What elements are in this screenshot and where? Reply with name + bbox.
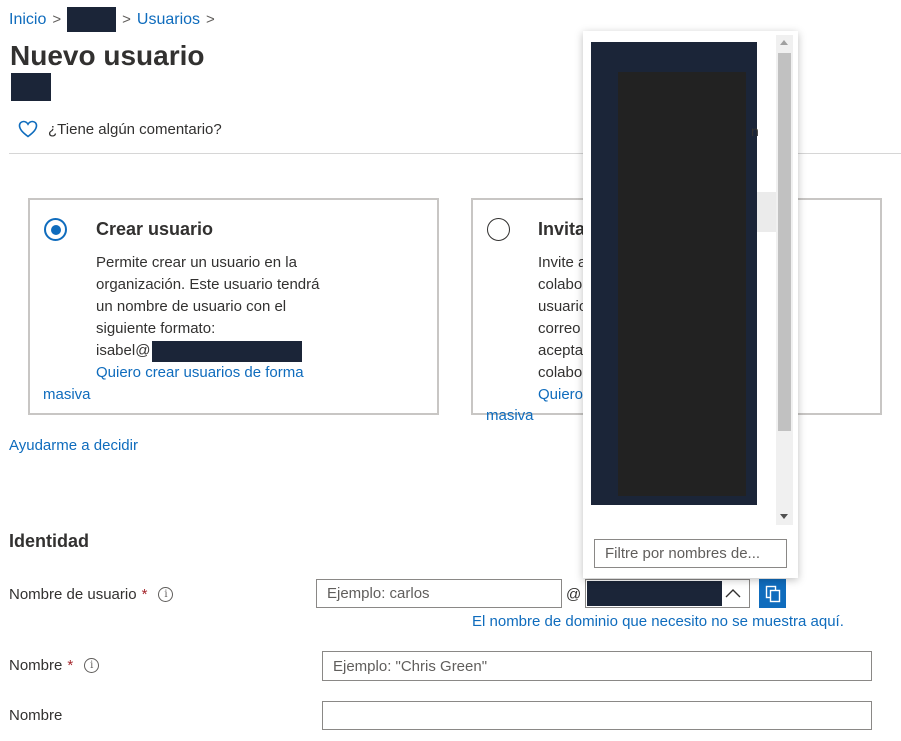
username-input[interactable] [316,579,562,608]
heart-icon [18,120,38,138]
invite-user-description: Invite a colabo usuario correo acepta co… [538,252,587,384]
bulk-create-link[interactable]: Quiero crear usuarios de forma [96,362,304,384]
bulk-create-link-continued[interactable]: masiva [43,384,91,406]
domain-select[interactable] [585,579,750,608]
breadcrumb-tenant-redacted[interactable] [67,7,117,32]
username-format-example: isabel@ [96,340,319,362]
chevron-up-icon [725,589,741,598]
dropdown-filter-input[interactable] [594,539,787,568]
identity-section-title: Identidad [9,531,89,551]
at-symbol: @ [566,586,582,603]
description-line: siguiente formato: [96,320,216,337]
create-user-title: Crear usuario [96,219,214,239]
given-name-input[interactable] [322,701,872,730]
copy-icon [765,585,780,602]
dropdown-list-redacted[interactable] [591,42,757,505]
given-name-label-text: Nombre [9,707,63,724]
bulk-invite-link-continued[interactable]: masiva [486,405,534,427]
page-title: Nuevo usuario [10,40,205,71]
invite-user-radio[interactable] [487,218,510,241]
breadcrumb: Inicio > > Usuarios > [9,7,221,32]
description-line: colabo [538,276,583,293]
description-line: correo [538,320,581,337]
description-line: Invite a [538,254,587,271]
username-label: Nombre de usuario * i [9,586,174,603]
example-prefix: isabel@ [96,342,151,359]
domain-value-redacted [587,581,722,606]
scrollbar-thumb[interactable] [778,53,791,431]
page-subtitle-redacted [11,73,51,101]
breadcrumb-separator: > [52,11,62,28]
description-line: organización. Este usuario tendrá [96,276,320,293]
dropdown-clipped-text: n [751,123,759,139]
dropdown-list-redacted-inner [618,72,746,496]
name-label: Nombre * i [9,657,100,674]
create-user-radio[interactable] [44,218,67,241]
description-line: colabo [538,364,583,381]
description-line: usuario [538,298,588,315]
help-me-decide-link[interactable]: Ayudarme a decidir [9,437,138,454]
info-icon[interactable]: i [158,587,174,602]
username-label-text: Nombre de usuario [9,586,137,603]
copy-button[interactable] [759,579,786,608]
required-asterisk: * [141,586,148,603]
required-asterisk: * [67,657,74,674]
breadcrumb-separator: > [206,11,215,28]
feedback-label: ¿Tiene algún comentario? [48,120,222,138]
description-line: Permite crear un usuario en la [96,254,297,271]
scroll-up-arrow[interactable] [780,40,788,45]
create-user-description: Permite crear un usuario en la organizac… [96,252,319,362]
breadcrumb-users-link[interactable]: Usuarios [137,11,200,29]
dropdown-hovered-row[interactable] [757,192,776,232]
scroll-down-arrow[interactable] [780,514,788,519]
given-name-label: Nombre [9,707,62,724]
description-line: un nombre de usuario con el [96,298,287,315]
breadcrumb-home-link[interactable]: Inicio [9,11,46,29]
feedback-link[interactable]: ¿Tiene algún comentario? [18,120,222,138]
directory-dropdown-panel[interactable]: n [583,31,798,578]
info-icon[interactable]: i [84,658,100,673]
bulk-invite-link[interactable]: Quiero [538,384,583,406]
domain-not-listed-link[interactable]: El nombre de dominio que necesito no se … [472,613,844,630]
invite-user-title: Invita [538,219,586,239]
description-line: acepta [538,342,584,359]
name-label-text: Nombre [9,657,63,674]
name-input[interactable] [322,651,872,681]
example-domain-redacted [152,340,303,362]
create-user-option[interactable]: Crear usuario Permite crear un usuario e… [28,198,439,415]
breadcrumb-separator: > [122,11,131,28]
